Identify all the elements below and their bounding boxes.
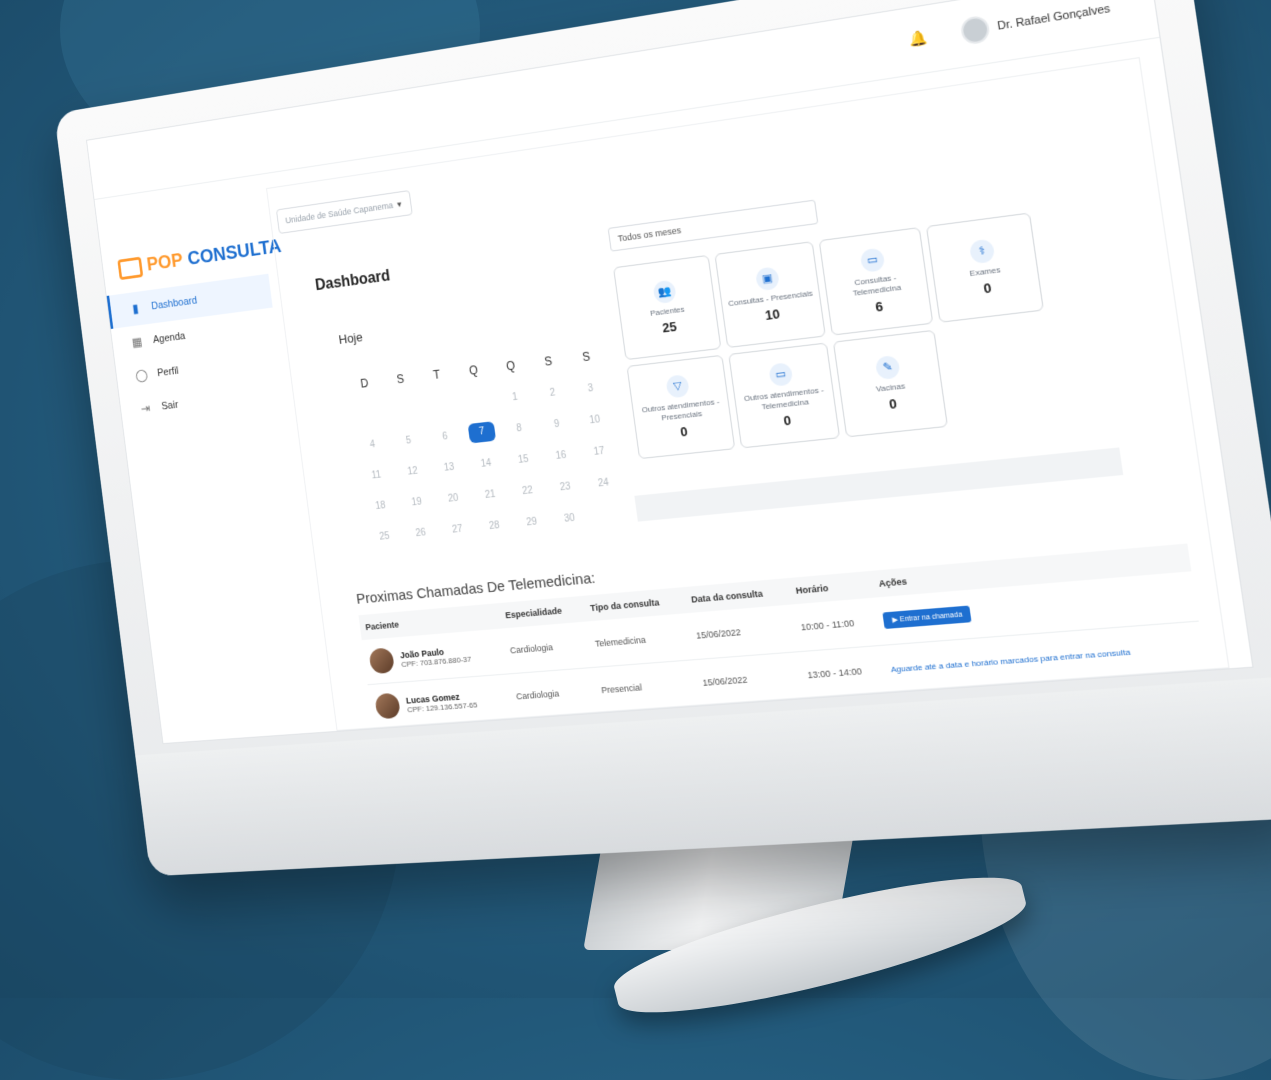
calendar-day[interactable]: 22 (508, 483, 547, 498)
stat-label: Pacientes (649, 304, 686, 318)
calendar-day[interactable]: 6 (426, 429, 464, 444)
section-divider (634, 447, 1124, 522)
calendar-day[interactable]: 8 (500, 421, 539, 436)
calendar-day[interactable]: 21 (471, 487, 510, 501)
calendar-day[interactable]: 29 (512, 515, 551, 529)
calendar: D S T Q Q S S 1 2 3 4 5 6 7 8 9 10 11 12 13 14 15 16 17 1… (345, 339, 630, 554)
bar-chart-icon: ▮ (131, 301, 140, 316)
avatar (368, 647, 396, 675)
calendar-day[interactable]: 4 (354, 437, 391, 451)
calendar-day[interactable]: 27 (438, 522, 476, 536)
today-label: Hoje (337, 329, 364, 347)
monitor: 🔔 Dr. Rafael Gonçalves POP CONSULTA Unid… (0, 0, 1271, 998)
calendar-empty (350, 412, 386, 416)
stat-card: ▭ Consultas - Telemedicina 6 (818, 226, 934, 336)
calendar-icon: ▦ (131, 334, 144, 350)
stat-card: 👥 Pacientes 25 (613, 254, 722, 361)
calendar-day[interactable]: 1 (496, 390, 535, 405)
logo-icon (117, 256, 144, 280)
stat-value: 6 (874, 298, 884, 315)
calendar-day[interactable]: 23 (546, 479, 585, 494)
calendar-day[interactable]: 12 (394, 464, 432, 478)
stat-card: ⚕ Exames 0 (925, 212, 1045, 323)
calendar-day[interactable]: 2 (533, 385, 572, 400)
calendar-day[interactable]: 25 (366, 529, 403, 543)
syringe-icon: ✎ (874, 354, 901, 380)
calendar-day[interactable]: 20 (434, 491, 472, 505)
avatar (959, 14, 992, 46)
calendar-empty (588, 513, 626, 517)
calendar-day[interactable]: 17 (579, 444, 619, 459)
clipboard-icon: ▣ (754, 266, 781, 291)
stat-value: 0 (679, 423, 689, 440)
avatar (374, 692, 401, 720)
stat-label: Vacinas (875, 380, 906, 394)
stats-grid: 👥 Pacientes 25 ▣ Consultas - Presenciais 10 ▭ C… (613, 211, 1070, 460)
stat-label: Outros atendimentos - Presenciais (641, 396, 720, 422)
calendar-day[interactable]: 19 (398, 495, 436, 509)
calendar-empty (386, 408, 422, 412)
main-panel: Dashboard Hoje Todos os meses D S T Q Q … (266, 57, 1230, 731)
calendar-day[interactable]: 26 (402, 526, 440, 540)
brand-logo: POP CONSULTA (117, 236, 282, 280)
calendar-empty (459, 399, 496, 403)
stat-label: Exames (968, 264, 1002, 278)
stethoscope-icon: ⚕ (968, 238, 996, 264)
user-icon: ◯ (134, 367, 149, 383)
time-cell: 10:00 - 11:00 (791, 597, 882, 652)
specialty-cell: Cardiologia (501, 621, 593, 674)
stat-label: Consultas - Presenciais (727, 288, 814, 308)
specialty-cell: Cardiologia (507, 667, 599, 720)
type-cell: Telemedicina (586, 613, 694, 668)
user-menu[interactable]: Dr. Rafael Gonçalves (959, 0, 1112, 46)
stat-card: ▣ Consultas - Presenciais 10 (714, 241, 826, 349)
notification-bell-icon[interactable]: 🔔 (908, 28, 929, 48)
calendar-day[interactable]: 16 (541, 448, 580, 463)
type-cell: Presencial (592, 659, 700, 715)
stat-value: 25 (661, 319, 678, 336)
stat-value: 0 (982, 280, 993, 297)
laptop-icon: ▭ (768, 362, 794, 387)
stat-label: Outros atendimentos - Telemedicina (743, 385, 825, 411)
calendar-day[interactable]: 28 (475, 518, 514, 532)
stat-label: Consultas - Telemedicina (852, 272, 902, 298)
stat-card: ▽ Outros atendimentos - Presenciais 0 (626, 354, 736, 460)
calendar-day[interactable]: 7 (467, 421, 497, 444)
user-name: Dr. Rafael Gonçalves (996, 2, 1111, 33)
tooth-icon: ▽ (665, 374, 690, 399)
calendar-day[interactable]: 24 (583, 476, 623, 491)
calendar-day[interactable]: 15 (504, 452, 543, 467)
calendar-day[interactable]: 9 (537, 417, 576, 432)
logout-icon: ⇥ (140, 400, 152, 416)
calendar-day[interactable]: 3 (571, 381, 611, 396)
calendar-day[interactable]: 14 (467, 456, 506, 471)
patient-cell: Lucas Gomez CPF: 129.136.557-65 (367, 673, 514, 730)
users-icon: 👥 (652, 279, 677, 304)
calendar-day[interactable]: 18 (362, 499, 399, 513)
stat-card: ▭ Outros atendimentos - Telemedicina 0 (728, 342, 841, 449)
stat-card: ✎ Vacinas 0 (832, 329, 949, 438)
date-cell: 15/06/2022 (687, 604, 799, 660)
calendar-day[interactable]: 5 (390, 433, 428, 448)
date-cell: 15/06/2022 (693, 651, 805, 707)
time-cell: 13:00 - 14:00 (798, 645, 888, 700)
stat-value: 0 (888, 396, 898, 413)
join-call-button[interactable]: ▶ Entrar na chamada (882, 605, 972, 629)
screen: 🔔 Dr. Rafael Gonçalves POP CONSULTA Unid… (86, 0, 1254, 745)
calendar-day[interactable]: 11 (358, 468, 395, 482)
page-title: Dashboard (314, 267, 392, 295)
monitor-icon: ▭ (859, 247, 886, 273)
calendar-day[interactable]: 30 (550, 511, 589, 526)
stat-value: 10 (764, 306, 781, 324)
wait-message: Aguarde até a data e horário marcados pa… (890, 647, 1131, 675)
calendar-day[interactable]: 10 (575, 412, 615, 427)
monitor-bezel: 🔔 Dr. Rafael Gonçalves POP CONSULTA Unid… (54, 0, 1271, 877)
stat-value: 0 (782, 412, 792, 429)
calendar-empty (423, 403, 460, 407)
calendar-day[interactable]: 13 (430, 460, 468, 475)
